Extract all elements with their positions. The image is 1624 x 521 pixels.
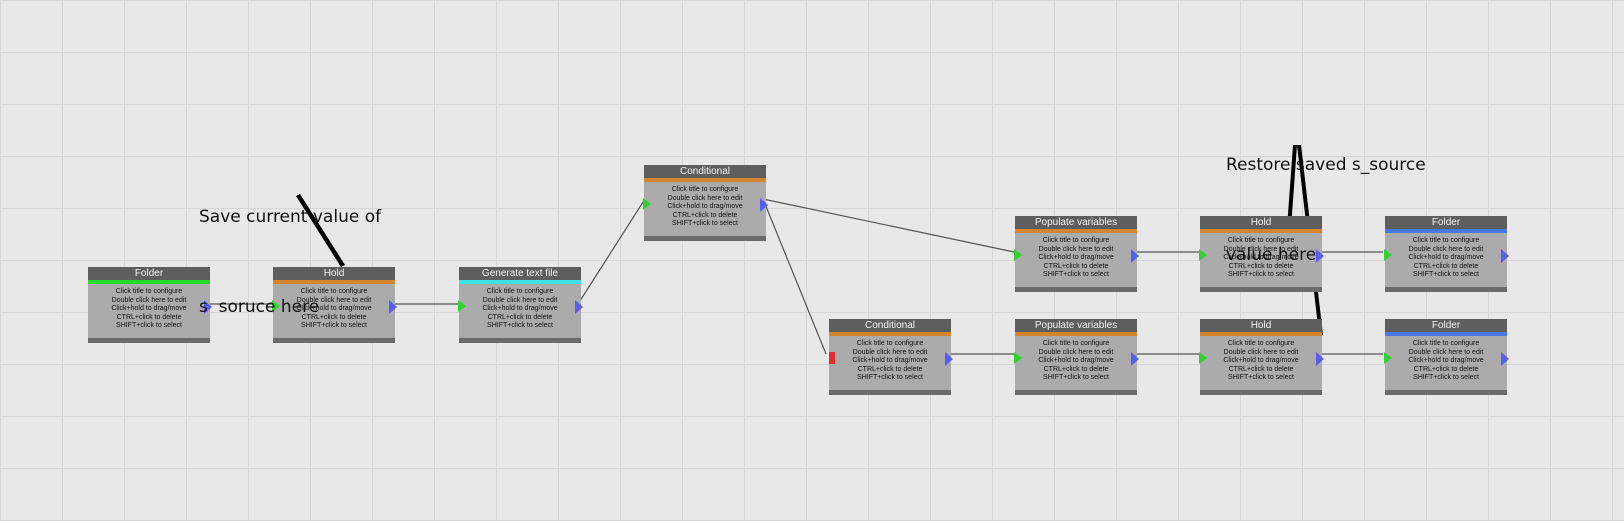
help-line: Click title to configure [671, 186, 739, 193]
help-line: CTRL+click to delete [116, 313, 182, 321]
connection-conditional1-populate1 [762, 198, 1015, 253]
help-line: CTRL+click to delete [857, 365, 923, 373]
help-line: Double click here to edit [1408, 348, 1484, 356]
help-line: Double click here to edit [1038, 348, 1114, 356]
help-line: Click title to configure [115, 288, 183, 295]
help-line: SHIFT+click to select [1413, 374, 1479, 382]
help-line: Click+hold to drag/move [667, 203, 743, 211]
output-port[interactable] [1501, 352, 1509, 366]
node-title[interactable]: Conditional [829, 319, 951, 332]
node-hold-restore-bottom[interactable]: Hold Click title to configure Double cli… [1199, 319, 1324, 395]
connection-conditional1-conditional2 [762, 198, 827, 355]
input-port[interactable] [1199, 352, 1207, 364]
node-title[interactable]: Conditional [644, 165, 766, 178]
node-folder-output-bottom[interactable]: Folder Click title to configure Double c… [1384, 319, 1509, 395]
node-footer [1015, 287, 1137, 292]
help-line: Click title to configure [1412, 340, 1480, 347]
restore-note-line: value here [1226, 245, 1317, 265]
help-line: CTRL+click to delete [1043, 365, 1109, 373]
help-line: Double click here to edit [852, 348, 928, 356]
save-note-line: Save current value of [199, 207, 382, 227]
help-line: SHIFT+click to select [1228, 374, 1294, 382]
help-line: Click+hold to drag/move [111, 305, 187, 313]
help-line: SHIFT+click to select [487, 322, 553, 330]
node-body[interactable]: Click title to configure Double click he… [88, 284, 210, 335]
node-folder-input[interactable]: Folder Click title to configure Double c… [88, 267, 212, 343]
node-footer [459, 338, 581, 343]
help-line: Click+hold to drag/move [1038, 357, 1114, 365]
output-port[interactable] [389, 300, 397, 314]
output-port[interactable] [760, 198, 768, 212]
output-port[interactable] [1316, 352, 1324, 366]
node-title[interactable]: Populate variables [1015, 216, 1137, 229]
workflow-canvas[interactable]: Folder Click title to configure Double c… [0, 0, 1624, 521]
help-line: SHIFT+click to select [857, 374, 923, 382]
help-line: Double click here to edit [111, 296, 187, 304]
help-line: Click title to configure [1227, 340, 1295, 347]
node-footer [88, 338, 210, 343]
node-generate-text-file[interactable]: Generate text file Click title to config… [458, 267, 583, 343]
help-line: Double click here to edit [1038, 245, 1114, 253]
node-footer [1200, 390, 1322, 395]
help-line: Double click here to edit [667, 194, 743, 202]
node-body[interactable]: Click title to configure Double click he… [1015, 336, 1137, 387]
help-line: Click title to configure [1042, 340, 1110, 347]
node-footer [829, 390, 951, 395]
save-note-line: s soruce here [199, 297, 320, 317]
help-line: SHIFT+click to select [1043, 374, 1109, 382]
node-title[interactable]: Populate variables [1015, 319, 1137, 332]
help-line: CTRL+click to delete [1228, 365, 1294, 373]
restore-note: Restore saved s_source value here [1226, 90, 1426, 330]
help-line: SHIFT+click to select [672, 220, 738, 228]
input-port[interactable] [1014, 249, 1022, 261]
node-body[interactable]: Click title to configure Double click he… [459, 284, 581, 335]
node-footer [644, 236, 766, 241]
help-line: Click+hold to drag/move [1408, 357, 1484, 365]
help-line: SHIFT+click to select [1043, 271, 1109, 279]
node-title[interactable]: Generate text file [459, 267, 581, 280]
help-line: Click+hold to drag/move [852, 357, 928, 365]
node-footer [1015, 390, 1137, 395]
help-line: Click+hold to drag/move [1223, 357, 1299, 365]
help-line: Click title to configure [1042, 237, 1110, 244]
node-body[interactable]: Click title to configure Double click he… [1385, 336, 1507, 387]
restore-note-line: Restore saved s_source [1226, 155, 1426, 175]
node-conditional-top[interactable]: Conditional Click title to configure Dou… [643, 165, 768, 241]
output-port[interactable] [1501, 249, 1509, 263]
node-footer [1385, 390, 1507, 395]
help-line: Click+hold to drag/move [1038, 254, 1114, 262]
node-populate-variables-top[interactable]: Populate variables Click title to config… [1014, 216, 1139, 292]
input-port-error[interactable] [829, 352, 835, 364]
output-port[interactable] [945, 352, 953, 366]
help-line: Click+hold to drag/move [482, 305, 558, 313]
save-note: Save current value of s soruce here [199, 142, 381, 382]
node-title[interactable]: Folder [88, 267, 210, 280]
node-body[interactable]: Click title to configure Double click he… [1015, 233, 1137, 284]
node-conditional-bottom[interactable]: Conditional Click title to configure Dou… [829, 319, 953, 395]
help-line: Click title to configure [856, 340, 924, 347]
help-line: CTRL+click to delete [672, 211, 738, 219]
input-port[interactable] [643, 198, 651, 210]
help-line: SHIFT+click to select [116, 322, 182, 330]
output-port[interactable] [1131, 352, 1139, 366]
output-port[interactable] [575, 300, 583, 314]
connection-generate-conditional1 [577, 198, 646, 305]
help-line: CTRL+click to delete [1413, 365, 1479, 373]
node-body[interactable]: Click title to configure Double click he… [644, 182, 766, 233]
node-body[interactable]: Click title to configure Double click he… [1200, 336, 1322, 387]
output-port[interactable] [1131, 249, 1139, 263]
node-populate-variables-bottom[interactable]: Populate variables Click title to config… [1014, 319, 1139, 395]
input-port[interactable] [1014, 352, 1022, 364]
input-port[interactable] [1384, 352, 1392, 364]
help-line: CTRL+click to delete [1043, 262, 1109, 270]
input-port[interactable] [458, 300, 466, 312]
help-line: Double click here to edit [1223, 348, 1299, 356]
input-port[interactable] [1199, 249, 1207, 261]
help-line: Click title to configure [486, 288, 554, 295]
help-line: CTRL+click to delete [487, 313, 553, 321]
help-line: Double click here to edit [482, 296, 558, 304]
node-body[interactable]: Click title to configure Double click he… [829, 336, 951, 387]
